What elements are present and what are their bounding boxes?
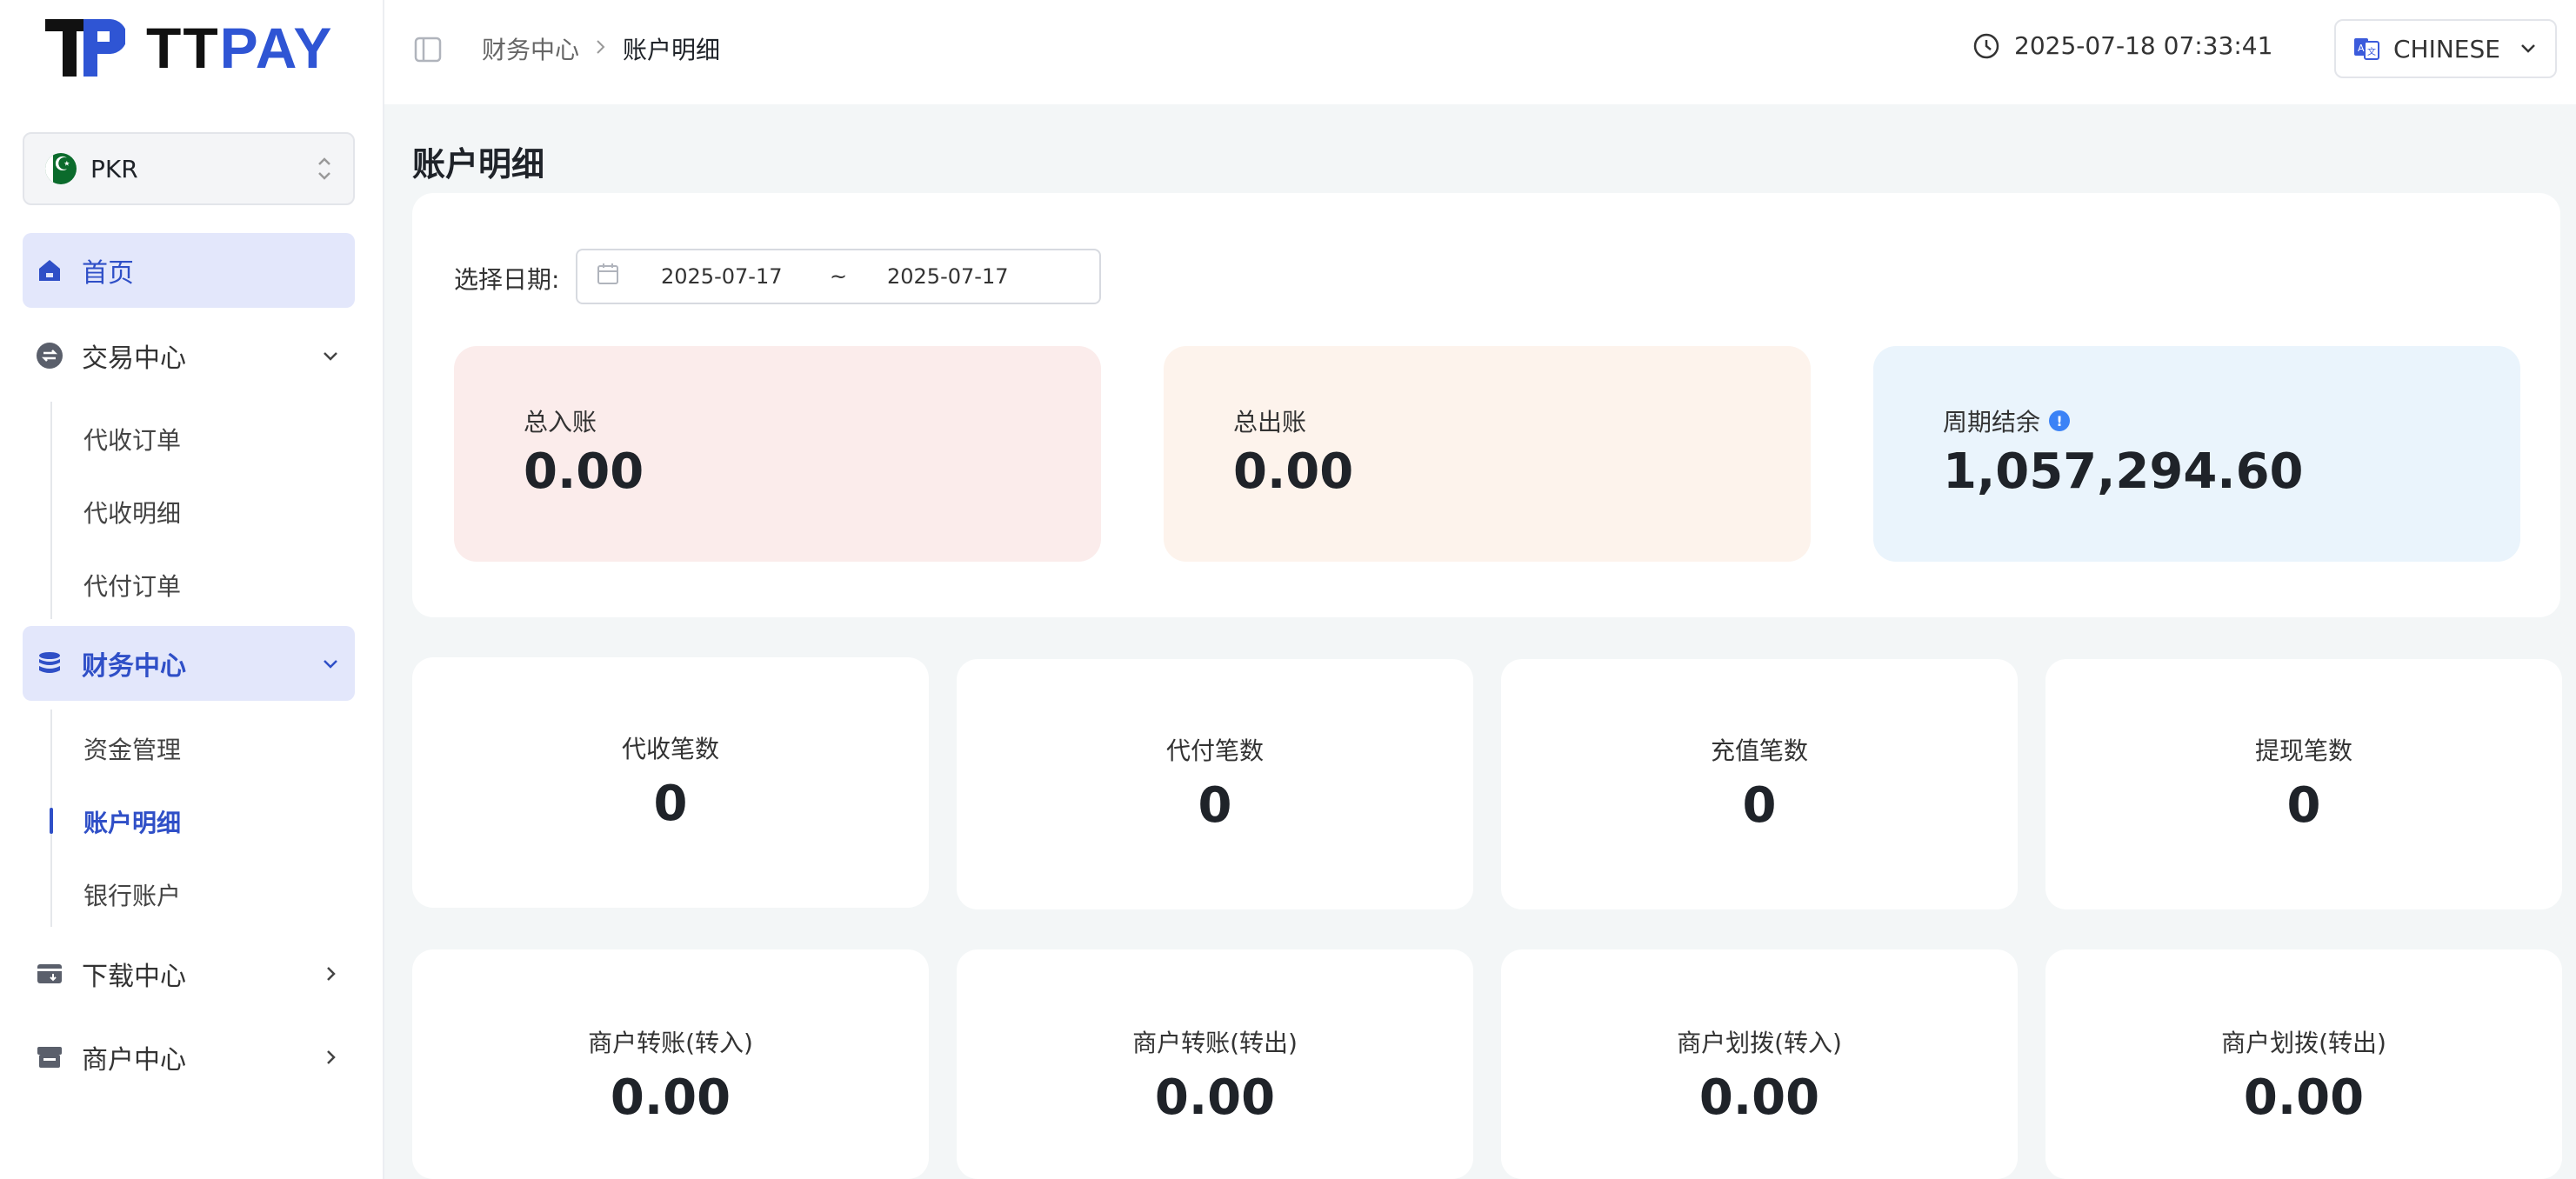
- currency-code: PKR: [90, 154, 138, 183]
- sidebar-subitem-payout-orders[interactable]: 代付订单: [83, 563, 181, 607]
- pakistan-flag-icon: [45, 153, 77, 184]
- stat-value: 0.00: [610, 1069, 731, 1126]
- stat-value: 0: [1198, 777, 1232, 834]
- info-icon[interactable]: !: [2049, 410, 2071, 431]
- stat-card-merchant-transfer-out: 商户转账(转出) 0.00: [957, 949, 1473, 1179]
- date-filter-label: 选择日期:: [454, 265, 560, 294]
- datetime-display: 2025-07-18 07:33:41: [1972, 31, 2272, 60]
- translate-icon: A文: [2354, 38, 2379, 60]
- stat-card-deposit-count: 充值笔数 0: [1501, 659, 2018, 909]
- currency-selector[interactable]: PKR: [23, 132, 355, 205]
- chevron-down-icon: [318, 651, 343, 676]
- stat-value: 0.00: [2243, 1069, 2365, 1126]
- breadcrumb-item[interactable]: 财务中心: [482, 31, 579, 66]
- language-selector[interactable]: A文 CHINESE: [2334, 19, 2557, 78]
- sidebar-subitem-bank-accounts[interactable]: 银行账户: [83, 873, 181, 916]
- sidebar-item-label: 交易中心: [82, 343, 186, 374]
- active-indicator: [50, 808, 53, 834]
- card-value: 1,057,294.60: [1943, 443, 2304, 500]
- stat-card-merchant-transfer-in: 商户转账(转入) 0.00: [412, 949, 929, 1179]
- card-label: 总出账: [1233, 408, 1307, 436]
- submenu-guide-line: [50, 402, 52, 619]
- svg-text:文: 文: [2367, 46, 2376, 57]
- calendar-icon: [597, 263, 619, 290]
- sidebar: TTPAY PKR 首页 交易中心 代收订单 代收明细 代付订单 财务中心: [0, 0, 384, 1179]
- home-icon: [35, 256, 64, 285]
- stat-value: 0: [653, 776, 688, 832]
- datetime-text: 2025-07-18 07:33:41: [2014, 31, 2273, 60]
- card-value: 0.00: [1233, 443, 1354, 500]
- stat-label: 商户转账(转入): [588, 1029, 753, 1057]
- card-label-row: 周期结余 !: [1943, 403, 2071, 438]
- chevron-down-icon: [2519, 35, 2538, 63]
- stat-value: 0.00: [1154, 1069, 1276, 1126]
- stat-card-payout-count: 代付笔数 0: [957, 659, 1473, 909]
- sidebar-subitem-collection-orders[interactable]: 代收订单: [83, 417, 181, 461]
- sidebar-item-finance-center[interactable]: 财务中心: [23, 626, 355, 701]
- sidebar-item-merchant-center[interactable]: 商户中心: [23, 1020, 355, 1095]
- sidebar-subitem-fund-management[interactable]: 资金管理: [83, 727, 181, 770]
- page-title: 账户明细: [412, 145, 545, 183]
- chevron-right-icon: [318, 962, 343, 986]
- language-label: CHINESE: [2393, 34, 2500, 63]
- sidebar-item-trade-center[interactable]: 交易中心: [23, 318, 355, 393]
- updown-chevron-icon: [317, 155, 332, 183]
- chevron-down-icon: [318, 343, 343, 368]
- stat-label: 商户划拨(转出): [2221, 1029, 2386, 1057]
- card-label: 总入账: [524, 408, 597, 436]
- total-outgoing-card: 总出账 0.00: [1164, 346, 1811, 562]
- stat-card-merchant-allocation-out: 商户划拨(转出) 0.00: [2045, 949, 2562, 1179]
- chevron-right-icon: [595, 37, 607, 61]
- svg-text:A: A: [2358, 43, 2365, 54]
- chevron-right-icon: [318, 1045, 343, 1069]
- card-label: 周期结余: [1943, 408, 2041, 436]
- sidebar-item-label: 首页: [82, 258, 134, 289]
- date-separator: ~: [830, 264, 848, 289]
- sidebar-subitem-account-details[interactable]: 账户明细: [83, 800, 181, 843]
- stat-value: 0: [2286, 777, 2321, 834]
- sidebar-item-label: 商户中心: [82, 1045, 186, 1076]
- top-header: 财务中心 账户明细 2025-07-18 07:33:41 A文 CHINESE: [384, 0, 2576, 104]
- ttpay-logo-mark-icon: [45, 19, 125, 77]
- ttpay-logo[interactable]: TTPAY: [45, 17, 333, 78]
- end-date-input[interactable]: 2025-07-17: [887, 264, 1008, 289]
- stat-label: 商户划拨(转入): [1677, 1029, 1842, 1057]
- stat-card-withdraw-count: 提现笔数 0: [2045, 659, 2562, 909]
- stat-label: 代收笔数: [621, 735, 719, 763]
- start-date-input[interactable]: 2025-07-17: [661, 264, 782, 289]
- logo-text: TTPAY: [146, 16, 334, 80]
- sidebar-subitem-collection-details[interactable]: 代收明细: [83, 490, 181, 534]
- clock-icon: [1973, 33, 1999, 58]
- sidebar-item-label: 财务中心: [82, 651, 186, 682]
- breadcrumb: 财务中心 账户明细: [482, 31, 720, 66]
- stat-value: 0: [1742, 777, 1777, 834]
- breadcrumb-current: 账户明细: [623, 36, 721, 64]
- sidebar-toggle-icon[interactable]: [414, 37, 442, 63]
- total-income-card: 总入账 0.00: [454, 346, 1101, 562]
- stat-label: 充值笔数: [1710, 736, 1808, 765]
- card-value: 0.00: [524, 443, 644, 500]
- date-range-picker[interactable]: 2025-07-17 ~ 2025-07-17: [576, 249, 1101, 304]
- stat-label: 提现笔数: [2254, 736, 2352, 765]
- stat-card-merchant-allocation-in: 商户划拨(转入) 0.00: [1501, 949, 2018, 1179]
- period-balance-card: 周期结余 ! 1,057,294.60: [1873, 346, 2520, 562]
- stat-label: 商户转账(转出): [1132, 1029, 1298, 1057]
- sidebar-item-home[interactable]: 首页: [23, 233, 355, 308]
- exchange-icon: [35, 341, 64, 370]
- stat-card-collection-count: 代收笔数 0: [412, 657, 929, 908]
- stat-value: 0.00: [1698, 1069, 1820, 1126]
- download-box-icon: [35, 959, 64, 989]
- stat-label: 代付笔数: [1165, 736, 1264, 765]
- sidebar-item-label: 下载中心: [82, 962, 186, 992]
- sidebar-item-download-center[interactable]: 下载中心: [23, 936, 355, 1011]
- database-icon: [35, 649, 64, 678]
- store-icon: [35, 1042, 64, 1072]
